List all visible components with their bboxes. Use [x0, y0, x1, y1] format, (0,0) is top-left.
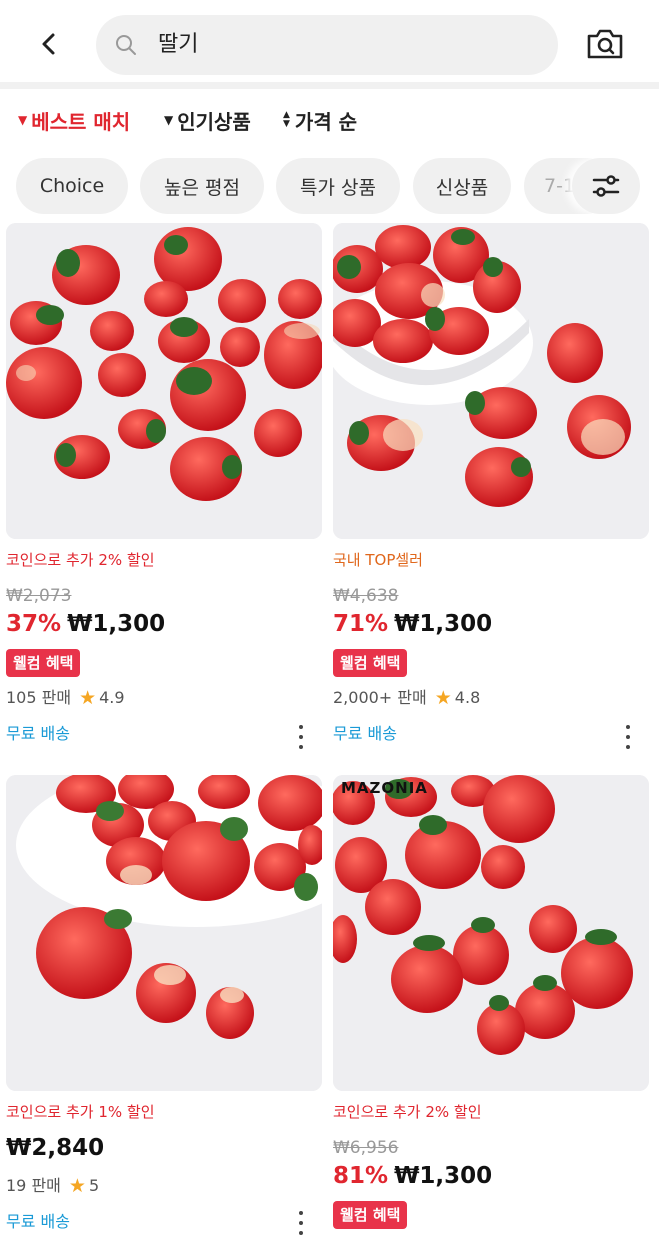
sold-count: 105 판매 — [6, 688, 72, 707]
sales-rating: 105 판매 ★ 4.9 — [6, 687, 125, 709]
original-price: ₩6,956 — [333, 1138, 399, 1158]
camera-search-button[interactable] — [585, 26, 625, 62]
sold-count: 19 판매 — [6, 1176, 61, 1195]
more-options-icon[interactable] — [623, 725, 633, 749]
more-options-icon[interactable] — [296, 1211, 306, 1235]
rating-value: 5 — [88, 1176, 100, 1195]
strawberry-bowl-image — [333, 223, 649, 539]
strawberry-plate-image — [6, 775, 322, 1091]
price-row: 81% ₩1,300 — [333, 1161, 492, 1191]
product-card[interactable]: 코인으로 추가 2% 할인 ₩2,073 37% ₩1,300 웰컴 혜택 105… — [6, 223, 322, 763]
sale-price: ₩2,840 — [6, 1135, 105, 1161]
price-row: ₩2,840 — [6, 1133, 104, 1163]
sale-price: ₩1,300 — [394, 611, 493, 637]
brand-watermark: MAZONIA — [341, 779, 428, 797]
rating-value: 4.8 — [454, 688, 481, 707]
caret-down-icon: ▼ — [164, 113, 174, 127]
top-seller-text: 국내 TOP셀러 — [333, 551, 423, 569]
price-row: 71% ₩1,300 — [333, 609, 492, 639]
search-icon — [116, 35, 136, 55]
search-query: 딸기 — [158, 32, 199, 57]
sliders-icon — [592, 175, 620, 197]
free-shipping: 무료 배송 — [333, 724, 397, 743]
sort-bar: ▼ 베스트 매치 ▼ 인기상품 ▲ ▼ 가격 순 — [0, 100, 659, 140]
promo-text: 코인으로 추가 2% 할인 — [6, 551, 155, 569]
product-image[interactable] — [333, 223, 649, 539]
search-input[interactable]: 딸기 — [96, 15, 558, 75]
sale-price: ₩1,300 — [394, 1163, 493, 1189]
product-card[interactable]: 코인으로 추가 1% 할인 ₩2,840 19 판매 ★ 5 무료 배송 — [6, 775, 322, 1235]
discount-rate: 81% — [333, 1163, 389, 1189]
sales-rating: 19 판매 ★ 5 — [6, 1175, 99, 1197]
caret-down-icon: ▼ — [18, 113, 28, 127]
original-price: ₩4,638 — [333, 586, 399, 606]
promo-text: 코인으로 추가 2% 할인 — [333, 1103, 482, 1121]
chip-high-rating[interactable]: 높은 평점 — [140, 158, 264, 214]
discount-rate: 37% — [6, 611, 62, 637]
product-image[interactable] — [6, 775, 322, 1091]
star-icon: ★ — [434, 687, 452, 709]
chip-choice[interactable]: Choice — [16, 158, 128, 214]
strawberry-pendants-image — [333, 775, 649, 1091]
chip-special-deal[interactable]: 특가 상품 — [276, 158, 400, 214]
price-row: 37% ₩1,300 — [6, 609, 165, 639]
filter-chips: Choice 높은 평점 특가 상품 신상품 7-1 — [0, 158, 659, 214]
welcome-badge: 웰컴 혜택 — [333, 1201, 408, 1229]
discount-rate: 71% — [333, 611, 389, 637]
product-image[interactable]: MAZONIA — [333, 775, 649, 1091]
more-options-icon[interactable] — [296, 725, 306, 749]
sort-updown-icon: ▲ ▼ — [283, 110, 290, 129]
sort-popular-label: 인기상품 — [177, 109, 251, 134]
sales-rating: 2,000+ 판매 ★ 4.8 — [333, 687, 480, 709]
sort-best-match[interactable]: ▼ 베스트 매치 — [18, 104, 130, 136]
original-price: ₩2,073 — [6, 586, 72, 606]
camera-icon — [587, 29, 623, 59]
sort-best-match-label: 베스트 매치 — [31, 109, 131, 134]
strawberry-charms-image — [6, 223, 322, 539]
sale-price: ₩1,300 — [67, 611, 166, 637]
product-card[interactable]: 국내 TOP셀러 ₩4,638 71% ₩1,300 웰컴 혜택 2,000+ 판… — [333, 223, 649, 763]
star-icon: ★ — [79, 687, 97, 709]
sold-count: 2,000+ 판매 — [333, 688, 427, 707]
back-button[interactable] — [30, 26, 66, 62]
top-bar: 딸기 — [0, 0, 659, 89]
promo-text: 코인으로 추가 1% 할인 — [6, 1103, 155, 1121]
welcome-badge: 웰컴 혜택 — [6, 649, 81, 677]
free-shipping: 무료 배송 — [6, 1212, 70, 1231]
star-icon: ★ — [68, 1175, 86, 1197]
sort-price[interactable]: ▲ ▼ 가격 순 — [283, 104, 357, 136]
rating-value: 4.9 — [99, 688, 125, 707]
chip-new-arrivals[interactable]: 신상품 — [413, 158, 511, 214]
header-divider — [0, 82, 659, 89]
free-shipping: 무료 배송 — [6, 724, 70, 743]
product-image[interactable] — [6, 223, 322, 539]
welcome-badge: 웰컴 혜택 — [333, 649, 408, 677]
product-card[interactable]: MAZONIA 코인으로 추가 2% 할인 ₩6,956 81% ₩1,300 웰… — [333, 775, 649, 1235]
sort-popular[interactable]: ▼ 인기상품 — [164, 104, 251, 136]
sort-price-label: 가격 순 — [294, 109, 358, 134]
filter-settings-button[interactable] — [572, 158, 640, 214]
chevron-left-icon — [42, 33, 55, 55]
